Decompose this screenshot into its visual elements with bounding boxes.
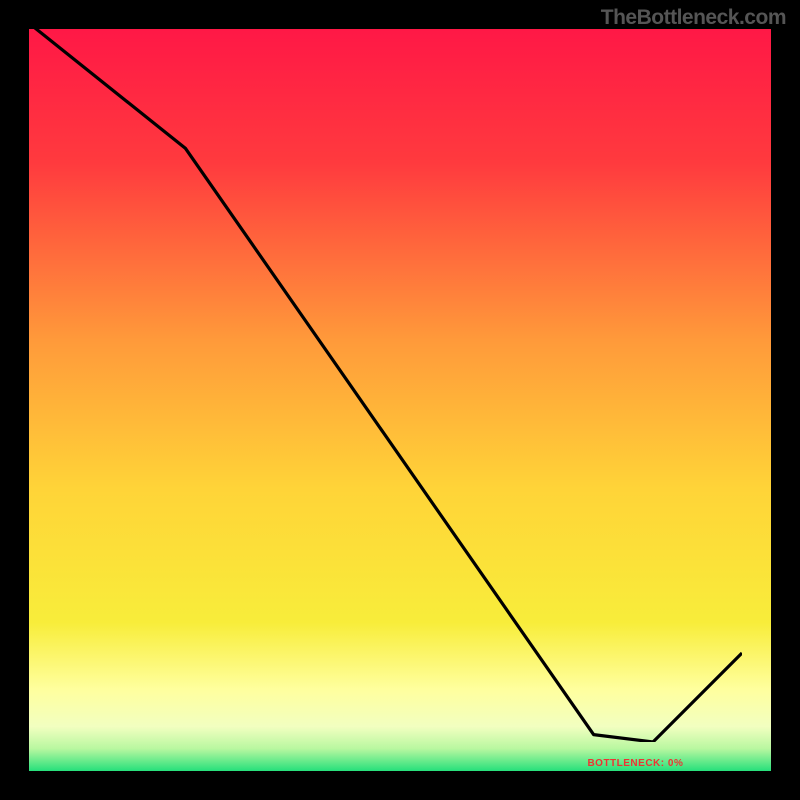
bottleneck-zero-label: BOTTLENECK: 0% [587,758,683,769]
chart-plot-area [29,29,771,771]
watermark-text: TheBottleneck.com [601,6,786,30]
gradient-backdrop [29,29,771,771]
